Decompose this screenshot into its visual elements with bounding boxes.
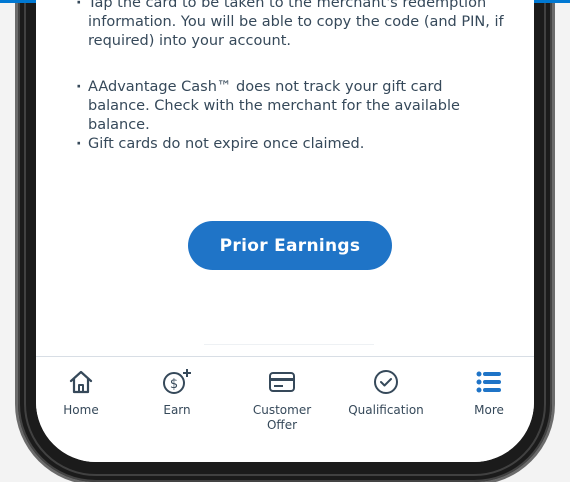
home-icon: [36, 367, 126, 397]
dollar-plus-icon: $: [132, 367, 222, 397]
prior-earnings-button[interactable]: Prior Earnings: [188, 221, 392, 270]
tab-customer-offer[interactable]: Customer Offer: [237, 367, 327, 433]
bullet-marker: ·: [76, 136, 82, 152]
divider: [204, 344, 374, 345]
bullet-marker: ·: [76, 0, 82, 11]
tab-more-label: More: [474, 403, 504, 417]
tab-home-label: Home: [63, 403, 99, 417]
bottom-tab-bar: Home $ Earn Customer Offer Qualification…: [36, 356, 534, 462]
tab-earn[interactable]: $ Earn: [132, 367, 222, 418]
tab-earn-label: Earn: [163, 403, 191, 417]
bullet-text: Gift cards do not expire once claimed.: [88, 136, 365, 152]
tab-customer-offer-label: Customer Offer: [252, 403, 312, 432]
tab-qualification[interactable]: Qualification: [341, 367, 431, 418]
bullet-text: Tap the card to be taken to the merchant…: [88, 0, 504, 49]
card-icon: [237, 367, 327, 397]
list-icon: [444, 367, 534, 397]
svg-text:$: $: [170, 377, 178, 392]
info-bullet-redemption: · Tap the card to be taken to the mercha…: [76, 0, 508, 51]
bullet-marker: ·: [76, 79, 82, 95]
info-bullet-expiry: · Gift cards do not expire once claimed.: [76, 135, 508, 154]
tab-home[interactable]: Home: [36, 367, 126, 418]
tab-more[interactable]: More: [444, 367, 534, 418]
phone-screen: · Tap the card to be taken to the mercha…: [36, 0, 534, 462]
tab-qualification-label: Qualification: [348, 403, 424, 417]
check-circle-icon: [341, 367, 431, 397]
info-bullet-balance: · AAdvantage Cash™ does not track your g…: [76, 78, 508, 135]
bullet-text: AAdvantage Cash™ does not track your gif…: [88, 79, 460, 133]
